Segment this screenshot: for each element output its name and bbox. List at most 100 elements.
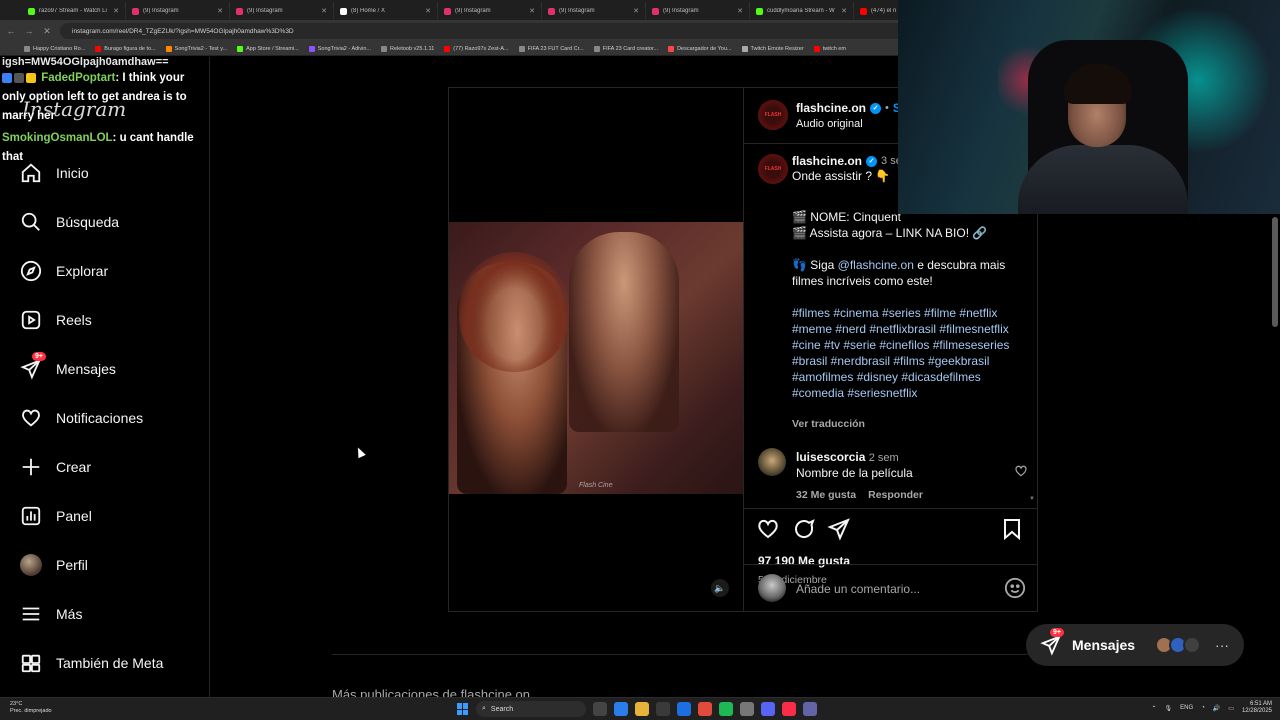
- browser-tab[interactable]: (9) Instagram ✕: [646, 2, 750, 20]
- audio-link[interactable]: Audio original: [796, 118, 863, 130]
- speaker-icon[interactable]: 🔈: [711, 579, 729, 597]
- music-icon[interactable]: [782, 702, 796, 716]
- sidebar-item-mensajes[interactable]: 9+ Mensajes: [20, 352, 116, 384]
- bookmark-item[interactable]: Burago figura de to...: [95, 45, 156, 52]
- teams-icon[interactable]: [803, 702, 817, 716]
- forward-icon[interactable]: →: [24, 26, 34, 36]
- sidebar-item-explorar[interactable]: Explorar: [20, 256, 108, 286]
- comment-like-heart-icon[interactable]: [1014, 464, 1028, 478]
- reel-video[interactable]: Flash Cine 🔈: [448, 87, 744, 612]
- browser-tab[interactable]: (9) Instagram ✕: [230, 2, 334, 20]
- sidebar-item-notificaciones[interactable]: Notificaciones: [20, 403, 143, 433]
- commenter-username[interactable]: luisescorcia: [796, 450, 865, 464]
- comment-icon[interactable]: [792, 517, 816, 541]
- spotify-icon[interactable]: [719, 702, 733, 716]
- back-icon[interactable]: ←: [6, 26, 16, 36]
- store-icon[interactable]: [656, 702, 670, 716]
- mail-icon[interactable]: [677, 702, 691, 716]
- browser-tab[interactable]: (9) Instagram ✕: [126, 2, 230, 20]
- weather-desc: Prec. dimprejado: [10, 708, 52, 714]
- bookmark-item[interactable]: (77) Razo97s Zest-A...: [444, 45, 509, 52]
- caption-username[interactable]: flashcine.on: [792, 154, 862, 168]
- chat-badge-icon: [2, 72, 12, 83]
- like-heart-icon[interactable]: [756, 517, 780, 541]
- bookmark-label: SongTrivia2 - Adivin...: [317, 45, 372, 52]
- close-icon[interactable]: ✕: [841, 7, 847, 15]
- close-icon[interactable]: ✕: [113, 7, 119, 15]
- author-avatar[interactable]: FLASH: [758, 100, 788, 130]
- close-icon[interactable]: ✕: [425, 7, 431, 15]
- emoji-icon[interactable]: [1004, 577, 1026, 599]
- bookmark-item[interactable]: SongTrivia2 - Adivin...: [308, 45, 372, 52]
- file-explorer-icon[interactable]: [635, 702, 649, 716]
- sidebar-item-panel[interactable]: Panel: [20, 501, 92, 531]
- close-icon[interactable]: ✕: [321, 7, 327, 15]
- post-author[interactable]: flashcine.on ✓ • Se: [796, 101, 908, 115]
- share-icon[interactable]: [827, 517, 851, 541]
- bookmark-icon[interactable]: [1000, 517, 1024, 541]
- scroll-down-icon[interactable]: ▼: [1029, 496, 1035, 502]
- video-figure: [459, 252, 569, 372]
- tab-label: razo97 Stream - Watch Li: [39, 8, 107, 14]
- volume-icon[interactable]: 🔊: [1213, 705, 1220, 712]
- see-translation-link[interactable]: Ver traducción: [792, 418, 865, 430]
- sidebar-item-meta[interactable]: También de Meta: [20, 648, 163, 678]
- mention-link[interactable]: @flashcine.on: [838, 258, 914, 272]
- commenter-avatar[interactable]: [758, 448, 786, 476]
- sidebar-item-reels[interactable]: Reels: [20, 305, 92, 335]
- discord-icon[interactable]: [761, 702, 775, 716]
- sidebar-item-label: También de Meta: [56, 655, 164, 671]
- chevron-up-icon[interactable]: ⌃: [1152, 705, 1157, 712]
- sidebar-item-busqueda[interactable]: Búsqueda: [20, 207, 119, 237]
- browser-tab[interactable]: (9) Instagram ✕: [542, 2, 646, 20]
- comment-input[interactable]: [796, 579, 986, 599]
- clock-time: 6:51 AM: [1249, 701, 1272, 707]
- bookmark-item[interactable]: Happy Cristiano Ro...: [24, 45, 85, 52]
- bookmark-item[interactable]: Reletoob v25.1.11: [381, 45, 434, 52]
- comment-likes[interactable]: 32 Me gusta: [796, 489, 856, 501]
- wifi-icon[interactable]: ◔: [1201, 705, 1205, 711]
- sidebar-item-mas[interactable]: Más: [20, 599, 82, 629]
- caption-author[interactable]: flashcine.on ✓ 3 se: [792, 154, 902, 168]
- browser-tab[interactable]: cuddlymoana Stream - W ✕: [750, 2, 854, 20]
- messages-floating-button[interactable]: 9+ Mensajes ···: [1026, 624, 1244, 666]
- video-figure: [569, 232, 679, 432]
- bookmark-item[interactable]: Twitch Emote Resizer: [741, 45, 804, 52]
- compass-icon: [20, 260, 42, 282]
- bookmark-item[interactable]: FIFA 23 Card creator...: [593, 45, 658, 52]
- weather-temp: 23°C: [10, 701, 23, 707]
- clock[interactable]: 6:51 AM 12/28/2025: [1242, 701, 1272, 715]
- bookmark-item[interactable]: SongTrivia2 - Test y...: [165, 45, 227, 52]
- browser-tab[interactable]: razo97 Stream - Watch Li ✕: [22, 2, 126, 20]
- caption-avatar[interactable]: FLASH: [758, 154, 788, 184]
- close-icon[interactable]: ✕: [633, 7, 639, 15]
- page-scrollbar[interactable]: [1272, 217, 1278, 327]
- bookmark-item[interactable]: twitch em: [813, 45, 846, 52]
- edge-icon[interactable]: [614, 702, 628, 716]
- url-field[interactable]: instagram.com/reel/DR4_TZgEZUk/?igsh=MW5…: [60, 23, 920, 39]
- favicon-icon: [308, 45, 315, 52]
- sidebar-item-crear[interactable]: Crear: [20, 452, 91, 482]
- bookmark-item[interactable]: Descargador de You...: [668, 45, 732, 52]
- close-icon[interactable]: ✕: [217, 7, 223, 15]
- browser-tab[interactable]: (8) Home / X ✕: [334, 2, 438, 20]
- bookmark-item[interactable]: App Store / Streami...: [237, 45, 299, 52]
- author-username[interactable]: flashcine.on: [796, 101, 866, 115]
- chrome-icon[interactable]: [698, 702, 712, 716]
- browser-tab[interactable]: (9) Instagram ✕: [438, 2, 542, 20]
- reload-icon[interactable]: ✕: [42, 26, 52, 37]
- reply-button[interactable]: Responder: [868, 489, 923, 501]
- battery-icon[interactable]: ▭: [1228, 705, 1234, 712]
- microphone-icon[interactable]: 🎙: [1165, 705, 1173, 712]
- close-icon[interactable]: ✕: [529, 7, 535, 15]
- close-icon[interactable]: ✕: [737, 7, 743, 15]
- sidebar-item-perfil[interactable]: Perfil: [20, 550, 88, 580]
- hashtags[interactable]: #filmes #cinema #series #filme #netflix …: [792, 305, 1022, 401]
- weather-widget[interactable]: 23°C Prec. dimprejado: [10, 701, 52, 715]
- taskbar-search[interactable]: ⌕ Search: [476, 701, 586, 717]
- windows-start-icon[interactable]: [457, 703, 469, 715]
- task-view-icon[interactable]: [593, 702, 607, 716]
- bookmark-item[interactable]: FIFA 23 FUT Card Cr...: [518, 45, 584, 52]
- settings-icon[interactable]: [740, 702, 754, 716]
- language-indicator[interactable]: ENG: [1180, 705, 1193, 711]
